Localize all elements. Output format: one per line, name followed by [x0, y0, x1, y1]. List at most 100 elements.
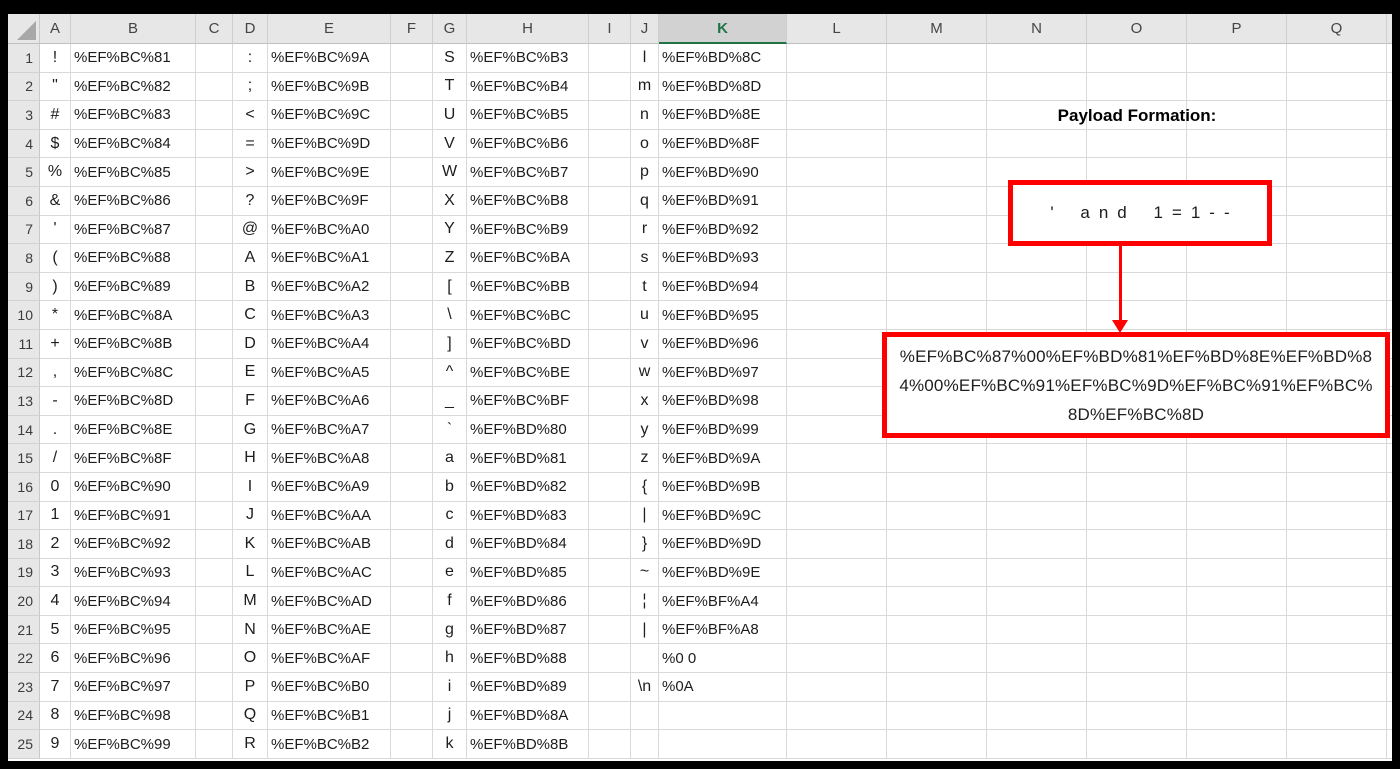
cell-A2[interactable]: " [40, 72, 71, 102]
cell-A9[interactable]: ) [40, 272, 71, 302]
select-all-button[interactable] [8, 14, 40, 44]
cell-N23[interactable] [987, 673, 1087, 702]
cell-J8[interactable]: s [631, 244, 659, 273]
cell-P22[interactable] [1187, 644, 1287, 674]
cell-J20[interactable]: ¦ [631, 587, 659, 616]
cell-F24[interactable] [391, 701, 433, 731]
cell-C11[interactable] [196, 329, 233, 359]
cell-H17[interactable]: %EF%BD%83 [467, 501, 589, 531]
row-header-3[interactable]: 3 [8, 101, 40, 130]
cell-E6[interactable]: %EF%BC%9F [268, 186, 391, 216]
cell-A17[interactable]: 1 [40, 501, 71, 531]
cell-G11[interactable]: ] [433, 329, 467, 359]
encoded-payload-shape-box[interactable]: %EF%BC%87%00%EF%BD%81%EF%BD%8E%EF%BD%8 4… [882, 332, 1390, 438]
cell-L23[interactable] [787, 673, 887, 702]
cell-J15[interactable]: z [631, 444, 659, 473]
cell-K7[interactable]: %EF%BD%92 [659, 215, 787, 245]
row-header-22[interactable]: 22 [8, 644, 40, 674]
column-header-K[interactable]: K [659, 14, 787, 44]
cell-Q10[interactable] [1287, 301, 1387, 330]
cell-D15[interactable]: H [233, 444, 268, 473]
cell-Q21[interactable] [1287, 615, 1387, 645]
cell-Q24[interactable] [1287, 701, 1387, 731]
cell-D1[interactable]: : [233, 44, 268, 73]
cell-E20[interactable]: %EF%BC%AD [268, 587, 391, 616]
cell-P21[interactable] [1187, 615, 1287, 645]
cell-M1[interactable] [887, 44, 987, 73]
cell-B2[interactable]: %EF%BC%82 [71, 72, 196, 102]
cell-Q7[interactable] [1287, 215, 1387, 245]
column-header-L[interactable]: L [787, 14, 887, 44]
cell-H23[interactable]: %EF%BD%89 [467, 673, 589, 702]
cell-J4[interactable]: o [631, 129, 659, 159]
cell-L20[interactable] [787, 587, 887, 616]
cell-I24[interactable] [589, 701, 631, 731]
cell-G10[interactable]: \ [433, 301, 467, 330]
cell-B16[interactable]: %EF%BC%90 [71, 472, 196, 502]
cell-G22[interactable]: h [433, 644, 467, 674]
cell-O22[interactable] [1087, 644, 1187, 674]
cell-G18[interactable]: d [433, 530, 467, 559]
cell-J25[interactable] [631, 730, 659, 759]
cell-P16[interactable] [1187, 472, 1287, 502]
cell-J18[interactable]: } [631, 530, 659, 559]
cell-B12[interactable]: %EF%BC%8C [71, 358, 196, 388]
cell-I15[interactable] [589, 444, 631, 473]
cell-H7[interactable]: %EF%BC%B9 [467, 215, 589, 245]
cell-J5[interactable]: p [631, 158, 659, 187]
cell-F11[interactable] [391, 329, 433, 359]
cell-C10[interactable] [196, 301, 233, 330]
cell-H11[interactable]: %EF%BC%BD [467, 329, 589, 359]
cell-H22[interactable]: %EF%BD%88 [467, 644, 589, 674]
cell-F20[interactable] [391, 587, 433, 616]
cell-K10[interactable]: %EF%BD%95 [659, 301, 787, 330]
cell-Q5[interactable] [1287, 158, 1387, 187]
column-header-I[interactable]: I [589, 14, 631, 44]
cell-D25[interactable]: R [233, 730, 268, 759]
cell-D2[interactable]: ; [233, 72, 268, 102]
cell-H14[interactable]: %EF%BD%80 [467, 415, 589, 445]
cell-L10[interactable] [787, 301, 887, 330]
row-header-21[interactable]: 21 [8, 615, 40, 645]
cell-G3[interactable]: U [433, 101, 467, 130]
cell-E2[interactable]: %EF%BC%9B [268, 72, 391, 102]
cell-L3[interactable] [787, 101, 887, 130]
cell-N24[interactable] [987, 701, 1087, 731]
cell-G14[interactable]: ` [433, 415, 467, 445]
cell-Q20[interactable] [1287, 587, 1387, 616]
cell-M23[interactable] [887, 673, 987, 702]
cell-J1[interactable]: l [631, 44, 659, 73]
cell-E8[interactable]: %EF%BC%A1 [268, 244, 391, 273]
cell-B19[interactable]: %EF%BC%93 [71, 558, 196, 588]
cell-C7[interactable] [196, 215, 233, 245]
cell-K23[interactable]: %0A [659, 673, 787, 702]
cell-G2[interactable]: T [433, 72, 467, 102]
cell-D21[interactable]: N [233, 615, 268, 645]
row-header-2[interactable]: 2 [8, 72, 40, 102]
cell-I25[interactable] [589, 730, 631, 759]
row-header-6[interactable]: 6 [8, 186, 40, 216]
cell-E22[interactable]: %EF%BC%AF [268, 644, 391, 674]
cell-K19[interactable]: %EF%BD%9E [659, 558, 787, 588]
cell-O1[interactable] [1087, 44, 1187, 73]
cell-K18[interactable]: %EF%BD%9D [659, 530, 787, 559]
cell-F2[interactable] [391, 72, 433, 102]
cell-I17[interactable] [589, 501, 631, 531]
cell-G8[interactable]: Z [433, 244, 467, 273]
cell-Q16[interactable] [1287, 472, 1387, 502]
cell-N19[interactable] [987, 558, 1087, 588]
cell-F1[interactable] [391, 44, 433, 73]
cell-L25[interactable] [787, 730, 887, 759]
cell-B3[interactable]: %EF%BC%83 [71, 101, 196, 130]
cell-I11[interactable] [589, 329, 631, 359]
cell-C8[interactable] [196, 244, 233, 273]
cell-O21[interactable] [1087, 615, 1187, 645]
cell-C19[interactable] [196, 558, 233, 588]
cell-P20[interactable] [1187, 587, 1287, 616]
row-header-19[interactable]: 19 [8, 558, 40, 588]
column-header-H[interactable]: H [467, 14, 589, 44]
cell-O10[interactable] [1087, 301, 1187, 330]
cell-B7[interactable]: %EF%BC%87 [71, 215, 196, 245]
cell-P17[interactable] [1187, 501, 1287, 531]
cell-G7[interactable]: Y [433, 215, 467, 245]
